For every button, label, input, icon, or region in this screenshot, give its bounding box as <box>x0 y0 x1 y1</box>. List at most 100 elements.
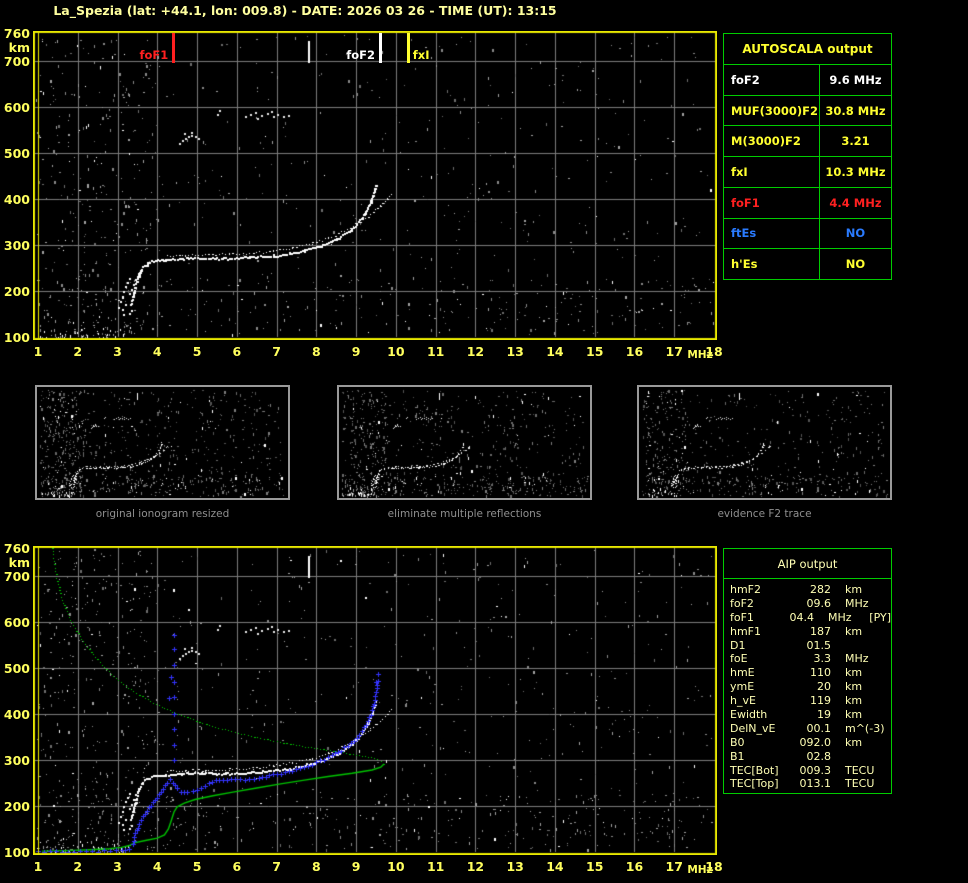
aip-output-table: AIP output hmF2 282 km foF2 09.6 MHz foF1 04.4 M… <box>723 548 892 794</box>
autoscala-param-label: foF2 <box>724 65 820 95</box>
aip-param-value: 04.4 <box>789 610 815 624</box>
aip-row-DelN_vE: DelN_vE 00.1 m^(-3) <box>730 722 891 736</box>
aip-param-unit: km <box>845 708 863 722</box>
aip-row-B0: B0 092.0 km <box>730 736 891 750</box>
x-axis-tick-label: 6 <box>232 859 242 874</box>
aip-row-D1: D1 01.5 <box>730 639 891 653</box>
aip-param-label: B1 <box>730 749 745 763</box>
y-axis-tick-label: 500 <box>3 145 30 161</box>
aip-param-label: B0 <box>730 735 745 749</box>
aip-param-unit: TECU <box>845 777 875 791</box>
marker-label-fxI: fxI <box>412 48 430 62</box>
x-axis-tick-label: 15 <box>586 344 604 359</box>
aip-param-value: 02.8 <box>806 749 832 763</box>
y-axis-tick-label: 100 <box>3 330 30 345</box>
autoscala-output-table: AUTOSCALA output foF2 9.6 MHz MUF(3000)F2 3… <box>723 33 892 280</box>
x-axis-tick-label: 4 <box>152 859 162 874</box>
x-axis-tick-label: 7 <box>272 344 281 359</box>
aip-param-unit: km <box>845 583 863 596</box>
marker-label-foF1: foF1 <box>139 48 169 62</box>
x-axis-tick-label: 12 <box>466 859 485 874</box>
x-axis-tick-label: 5 <box>192 859 202 874</box>
x-axis-tick-label: 13 <box>506 859 524 874</box>
autoscala-param-value: 30.8 MHz <box>825 103 886 118</box>
top-ionogram-plot: foF1 foF2 fxI <box>33 31 717 340</box>
autoscala-param-value: 4.4 MHz <box>829 195 882 210</box>
x-axis-tick-label: 9 <box>351 344 361 359</box>
aip-param-label: hmF1 <box>730 624 762 638</box>
thumbnail-original-ionogram <box>35 385 290 500</box>
thumbnail-eliminate-reflections <box>337 385 592 500</box>
y-axis-tick-label: 400 <box>3 191 30 207</box>
aip-param-unit: km <box>845 735 863 749</box>
aip-param-label: hmE <box>730 666 755 680</box>
aip-param-value: 01.5 <box>806 638 832 652</box>
y-axis-tick-label: 760 <box>3 541 30 556</box>
x-axis-tick-label: 5 <box>192 344 202 359</box>
aip-row-TEC[Top]: TEC[Top] 013.1 TECU <box>730 777 891 791</box>
autoscala-row-MUF(3000)F2: MUF(3000)F2 30.8 MHz <box>724 94 891 126</box>
aip-param-value: 3.3 <box>813 652 832 666</box>
x-axis-tick-label: 3 <box>113 344 122 359</box>
aip-param-value: 187 <box>810 624 831 638</box>
aip-param-unit: m^(-3) <box>845 721 885 735</box>
x-axis-tick-label: 6 <box>232 344 242 359</box>
y-axis-unit-label: km <box>8 555 30 570</box>
aip-param-unit: TECU <box>845 763 875 777</box>
aip-param-label: foE <box>730 652 748 666</box>
x-axis-tick-label: 16 <box>625 344 644 359</box>
aip-param-label: hmF2 <box>730 583 762 596</box>
autoscala-param-value: 9.6 MHz <box>829 72 882 87</box>
aip-param-unit: MHz <box>828 610 852 624</box>
x-axis-tick-label: 11 <box>426 344 445 359</box>
aip-param-unit: km <box>845 624 863 638</box>
aip-row-h_vE: h_vE 119 km <box>730 694 891 708</box>
x-axis-tick-label: 8 <box>311 344 321 359</box>
aip-param-unit: km <box>845 666 863 680</box>
bottom-ionogram-canvas <box>33 546 717 855</box>
aip-param-label: foF2 <box>730 596 754 610</box>
aip-param-value: 110 <box>810 666 831 680</box>
aip-row-foF1: foF1 04.4 MHz [PY] <box>730 611 891 625</box>
aip-row-B1: B1 02.8 <box>730 750 891 764</box>
aip-row-hmF2: hmF2 282 km <box>730 583 891 597</box>
autoscala-param-value: NO <box>845 257 866 272</box>
y-axis-tick-label: 700 <box>3 53 30 69</box>
aip-param-unit: MHz <box>845 596 869 610</box>
x-axis-tick-label: 13 <box>506 344 524 359</box>
y-axis-tick-label: 100 <box>3 845 30 860</box>
x-axis-tick-label: 16 <box>625 859 644 874</box>
autoscala-param-label: fxI <box>724 157 820 187</box>
autoscala-param-value: 3.21 <box>841 134 870 149</box>
aip-param-value: 119 <box>810 694 831 708</box>
thumbnail-canvas-3 <box>639 387 890 498</box>
y-axis-tick-label: 600 <box>3 614 30 630</box>
x-axis-tick-label: 14 <box>546 859 564 874</box>
aip-param-label: ymE <box>730 680 755 694</box>
thumbnail-evidence-f2 <box>637 385 892 500</box>
y-axis-tick-label: 200 <box>3 798 30 814</box>
x-axis-unit-label: MHz <box>687 349 713 361</box>
x-axis-tick-label: 11 <box>426 859 445 874</box>
x-axis-tick-label: 3 <box>113 859 122 874</box>
x-axis-tick-label: 10 <box>387 859 405 874</box>
aip-param-value: 20 <box>817 680 831 694</box>
aip-table-header: AIP output <box>724 549 891 579</box>
x-axis-tick-label: 2 <box>73 344 83 359</box>
x-axis-tick-label: 17 <box>665 344 683 359</box>
aip-row-foE: foE 3.3 MHz <box>730 652 891 666</box>
autoscala-row-foF1: foF1 4.4 MHz <box>724 186 891 218</box>
aip-param-value: 09.6 <box>806 596 832 610</box>
y-axis-tick-label: 760 <box>3 26 30 41</box>
autoscala-param-label: MUF(3000)F2 <box>724 95 820 126</box>
marker-label-foF2: foF2 <box>346 48 375 62</box>
x-axis-tick-label: 1 <box>33 344 43 359</box>
thumbnail-caption-3: evidence F2 trace <box>717 508 812 520</box>
x-axis-unit-label: MHz <box>687 864 713 876</box>
autoscala-row-h'Es: h'Es NO <box>724 248 891 280</box>
aip-row-Ewidth: Ewidth 19 km <box>730 708 891 722</box>
aip-param-unit: km <box>845 694 863 708</box>
autoscala-param-label: h'Es <box>724 249 820 280</box>
thumbnail-caption-2: eliminate multiple reflections <box>387 508 542 520</box>
aip-row-hmF1: hmF1 187 km <box>730 625 891 639</box>
